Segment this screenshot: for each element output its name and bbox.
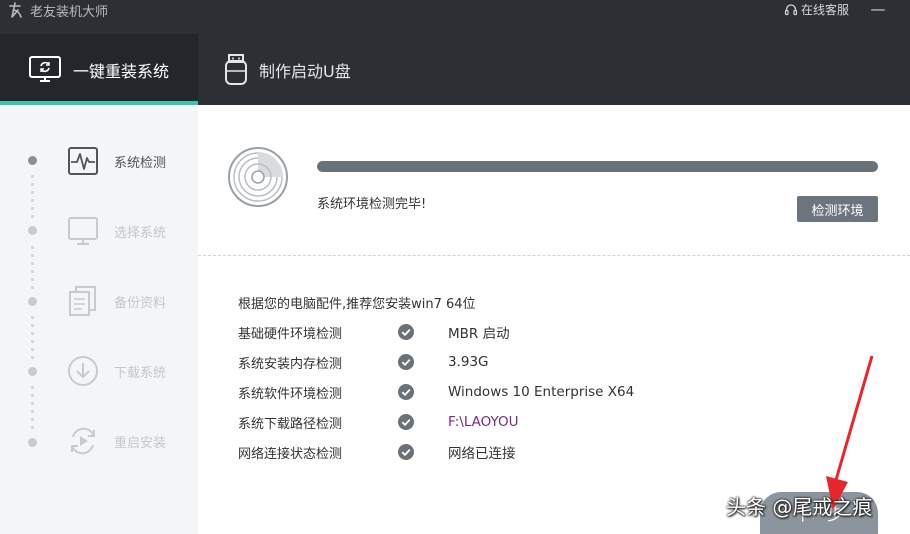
tab-one-click-reinstall-label: 一键重装系统 [73,61,170,81]
title-bar: 老友装机大师 在线客服 — 一键重装系统 制作启动U盘 [0,0,910,105]
sidebar-step-label: 备份资料 [114,295,167,311]
monitor-icon [68,217,98,245]
sidebar-step-download-system: 下载系统 [66,353,196,389]
sidebar-steps: 系统检测 选择系统 备份资料 下载系统 重启安装 [0,105,198,534]
step-dot [28,438,37,447]
check-name: 基础硬件环境检测 [238,326,343,342]
main-panel: 系统环境检测完毕! 检测环境 根据您的电脑配件,推荐您安装win7 64位 基础… [198,105,910,534]
step-dot [28,226,37,235]
minimize-button[interactable]: — [868,0,888,18]
recommendation-text: 根据您的电脑配件,推荐您安装win7 64位 [238,297,476,312]
sidebar-step-label: 选择系统 [114,225,167,241]
check-circle-icon [398,444,414,460]
progress-fill [317,161,878,172]
step-connector [31,246,34,291]
detect-environment-button[interactable]: 检测环境 [797,196,878,222]
step-connector [31,316,34,361]
check-circle-icon [398,324,414,340]
check-name: 系统下载路径检测 [238,416,343,432]
check-circle-icon [398,354,414,370]
download-icon [68,356,98,386]
step-dot [28,367,37,376]
check-value: 3.93G [448,354,489,370]
sidebar-step-backup-data: 备份资料 [66,283,196,319]
app-logo-icon [9,2,22,18]
dashed-divider [198,255,910,256]
detection-status-text: 系统环境检测完毕! [317,197,427,212]
step-connector [31,386,34,431]
check-row: 系统下载路径检测 F:\LAOYOU [238,412,798,432]
documents-icon [69,286,96,316]
step-dot [28,156,37,165]
sidebar-step-label: 重启安装 [114,435,167,451]
check-row: 网络连接状态检测 网络已连接 [238,442,798,462]
check-name: 网络连接状态检测 [238,446,343,462]
check-circle-icon [398,414,414,430]
check-row: 系统安装内存检测 3.93G [238,352,798,372]
watermark-text: 头条 @尾戒之痕 [726,495,873,519]
headset-icon [784,3,798,15]
download-path-value: F:\LAOYOU [448,414,519,430]
tab-make-boot-usb[interactable]: 制作启动U盘 [198,34,388,105]
check-value: MBR 启动 [448,326,510,342]
check-name: 系统软件环境检测 [238,386,343,402]
sidebar-step-system-check: 系统检测 [66,143,196,179]
tab-make-boot-usb-label: 制作启动U盘 [259,61,351,81]
usb-drive-icon [225,53,247,85]
sidebar-step-select-system: 选择系统 [66,213,196,249]
detection-progress-bar [317,161,878,172]
check-row: 系统软件环境检测 Windows 10 Enterprise X64 [238,382,798,402]
check-value: Windows 10 Enterprise X64 [448,384,635,400]
tab-one-click-reinstall[interactable]: 一键重装系统 [0,34,198,105]
restart-icon [71,427,95,455]
check-name: 系统安装内存检测 [238,356,343,372]
pulse-monitor-icon [68,147,98,175]
step-connector [31,175,34,220]
sidebar-step-restart-install: 重启安装 [66,423,196,459]
check-value: 网络已连接 [448,446,516,462]
monitor-refresh-icon [29,55,61,82]
check-row: 基础硬件环境检测 MBR 启动 [238,322,798,342]
sidebar-step-label: 下载系统 [114,365,167,381]
scan-disc-icon [228,147,288,207]
support-label: 在线客服 [801,3,850,17]
step-dot [28,297,37,306]
app-title: 老友装机大师 [30,5,109,20]
sidebar-step-label: 系统检测 [114,155,167,171]
online-support-link[interactable]: 在线客服 [784,1,849,18]
check-circle-icon [398,384,414,400]
